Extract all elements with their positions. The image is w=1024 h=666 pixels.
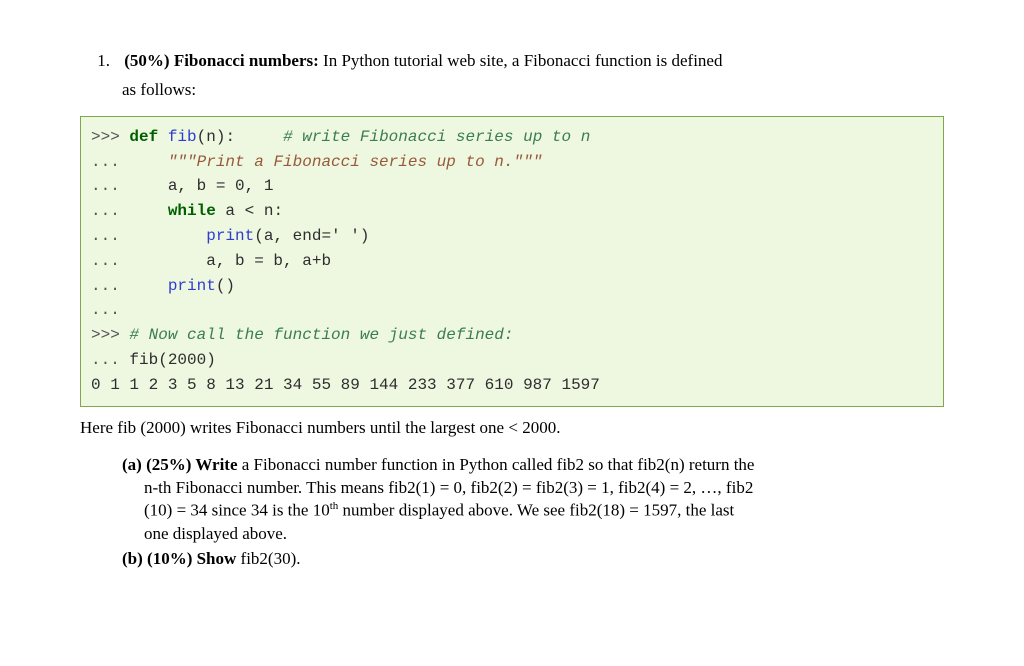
code-line-3: a, b = 0, 1: [129, 177, 273, 195]
sub-a-line3: (10) = 34 since 34 is the 10th number di…: [144, 499, 944, 523]
sub-b-label: (b) (10%) Show: [122, 549, 236, 568]
code-docstring: Print a Fibonacci series up to n.: [197, 153, 514, 171]
code-print-empty: (): [216, 277, 235, 295]
code-block: >>> def fib(n): # write Fibonacci series…: [80, 116, 944, 407]
code-cont: ...: [91, 177, 129, 195]
sub-question-b: (b) (10%) Show fib2(30).: [122, 548, 944, 571]
code-output: 0 1 1 2 3 5 8 13 21 34 55 89 144 233 377…: [91, 376, 600, 394]
question-header-line2: as follows:: [122, 79, 944, 102]
sub-question-a: (a) (25%) Write a Fibonacci number funct…: [122, 454, 944, 546]
sub-a-label: (a) (25%) Write: [122, 455, 238, 474]
sub-a-line2: n-th Fibonacci number. This means fib2(1…: [144, 477, 944, 500]
code-cont: ...: [91, 277, 129, 295]
question-number: 1.: [86, 50, 110, 73]
sub-b-rest: fib2(30).: [236, 549, 300, 568]
code-def-rest: (n):: [197, 128, 283, 146]
code-comment-1: # write Fibonacci series up to n: [283, 128, 590, 146]
code-line-6: a, b = b, a+b: [129, 252, 331, 270]
code-cont: ...: [91, 153, 129, 171]
code-cont: ...: [91, 351, 129, 369]
code-indent: [129, 153, 167, 171]
sub-a-line3a: (10) = 34 since 34 is the 10: [144, 501, 330, 520]
code-fn-print: print: [206, 227, 254, 245]
sub-a-line4: one displayed above.: [144, 523, 944, 546]
code-prompt: >>>: [91, 128, 129, 146]
question-block: 1. (50%) Fibonacci numbers: In Python tu…: [80, 50, 944, 571]
sub-a-sup: th: [330, 500, 339, 512]
sub-a-line3b: number displayed above. We see fib2(18) …: [338, 501, 734, 520]
code-while-rest: a < n:: [216, 202, 283, 220]
code-cont: ...: [91, 301, 129, 319]
code-docq-close: """: [513, 153, 542, 171]
question-header: 1. (50%) Fibonacci numbers: In Python tu…: [86, 50, 944, 73]
post-code-text: Here fib (2000) writes Fibonacci numbers…: [80, 417, 944, 440]
code-indent: [129, 202, 167, 220]
code-indent: [129, 277, 167, 295]
sub-a-rest1: a Fibonacci number function in Python ca…: [238, 455, 755, 474]
question-title-rest: In Python tutorial web site, a Fibonacci…: [319, 51, 723, 70]
code-cont: ...: [91, 252, 129, 270]
code-keyword-while: while: [168, 202, 216, 220]
code-keyword-def: def: [129, 128, 158, 146]
code-print-args: (a, end=' '): [254, 227, 369, 245]
code-fn-print: print: [168, 277, 216, 295]
code-cont: ...: [91, 202, 129, 220]
code-docq-open: """: [168, 153, 197, 171]
code-cont: ...: [91, 227, 129, 245]
code-call: fib(2000): [129, 351, 215, 369]
code-fn-fib: fib: [168, 128, 197, 146]
code-prompt: >>>: [91, 326, 129, 344]
sub-questions: (a) (25%) Write a Fibonacci number funct…: [122, 454, 944, 571]
code-comment-2: # Now call the function we just defined:: [129, 326, 513, 344]
question-title-bold: (50%) Fibonacci numbers:: [124, 51, 319, 70]
code-indent-2: [129, 227, 206, 245]
